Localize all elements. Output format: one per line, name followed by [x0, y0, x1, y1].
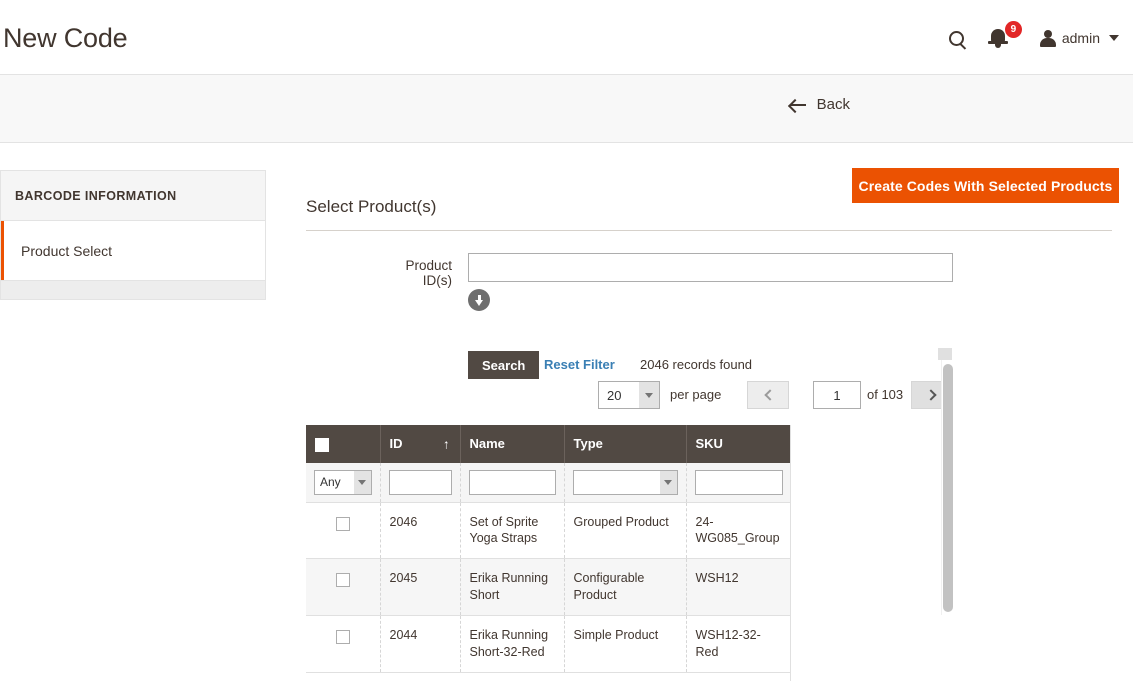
grid-body: 2046 Set of Sprite Yoga Straps Grouped P… [306, 502, 790, 673]
back-button[interactable]: Back [789, 96, 850, 113]
cell-id: 2046 [380, 502, 461, 560]
sidebar-footer [0, 280, 266, 300]
chevron-right-icon [924, 389, 937, 401]
chevron-down-icon [639, 382, 659, 408]
sidebar: BARCODE INFORMATION Product Select [0, 170, 266, 300]
cell-type: Simple Product [564, 615, 687, 673]
chevron-down-icon [1109, 35, 1119, 41]
user-name: admin [1061, 30, 1100, 46]
filter-cell-select: Any [306, 462, 381, 503]
product-grid: ID ↑ Name Type SKU Any 2046 Set of Sprit… [306, 425, 790, 673]
filter-select-any-value: Any [320, 475, 341, 490]
arrow-down-circle-icon [474, 294, 484, 306]
per-page-value: 20 [607, 387, 622, 403]
cell-sku: WSH12 [686, 558, 790, 617]
search-icon [949, 30, 965, 46]
top-header: New Code 9 admin [0, 0, 1133, 75]
sidebar-item-label: Product Select [21, 242, 113, 259]
main-content: Select Product(s) Product ID(s) Search R… [306, 170, 1112, 681]
product-chooser-button[interactable] [468, 289, 490, 311]
filter-select-type[interactable] [572, 469, 678, 495]
select-all-checkbox[interactable] [315, 437, 329, 452]
filter-select-any[interactable]: Any [314, 469, 372, 495]
product-ids-field-row: Product ID(s) [306, 253, 1112, 311]
user-icon [1039, 30, 1056, 47]
filter-cell-name [460, 462, 565, 503]
column-header-id[interactable]: ID ↑ [380, 425, 461, 463]
section-title: Select Product(s) [306, 170, 1112, 231]
grid-filter-row: Any [306, 462, 790, 503]
page-number-input[interactable] [813, 381, 861, 409]
previous-page-button[interactable] [747, 381, 789, 409]
product-ids-label: Product ID(s) [405, 258, 452, 288]
cell-id: 2044 [380, 615, 461, 673]
cell-type: Configurable Product [564, 558, 687, 617]
filter-cell-id [380, 462, 461, 503]
column-header-type-label: Type [573, 436, 603, 452]
column-header-type[interactable]: Type [564, 425, 687, 463]
grid-toolbar: Search Reset Filter 2046 records found [306, 351, 1112, 379]
row-select-cell[interactable] [306, 558, 381, 617]
table-row[interactable]: 2045 Erika Running Short Configurable Pr… [306, 558, 790, 617]
scrollbar-thumb[interactable] [943, 364, 953, 612]
row-select-cell[interactable] [306, 502, 381, 560]
notification-badge: 9 [1004, 21, 1022, 38]
row-checkbox[interactable] [335, 516, 350, 531]
filter-cell-type [564, 462, 687, 503]
row-checkbox[interactable] [335, 573, 350, 588]
chevron-down-icon [353, 470, 371, 494]
action-bar: Back Create Codes With Selected Products [0, 75, 1133, 203]
column-header-sku[interactable]: SKU [686, 425, 790, 463]
search-submit-button[interactable]: Search [468, 351, 540, 379]
row-select-cell[interactable] [306, 615, 381, 673]
table-row[interactable]: 2046 Set of Sprite Yoga Straps Grouped P… [306, 502, 790, 560]
arrow-left-icon [789, 99, 806, 111]
reset-filter-link[interactable]: Reset Filter [544, 357, 615, 372]
row-checkbox[interactable] [335, 630, 350, 645]
filter-input-id[interactable] [388, 469, 452, 495]
grid-header: ID ↑ Name Type SKU [306, 425, 790, 463]
filter-input-sku[interactable] [694, 469, 783, 495]
column-header-name-label: Name [469, 436, 505, 452]
cell-name: Erika Running Short [460, 558, 565, 617]
column-header-id-label: ID [389, 436, 403, 452]
sidebar-item-product-select[interactable]: Product Select [0, 220, 266, 280]
product-grid-container: ID ↑ Name Type SKU Any 2046 Set of Sprit… [306, 425, 791, 681]
total-pages-label: of 103 [867, 387, 904, 402]
cell-sku: 24-WG085_Group [686, 502, 790, 560]
chevron-left-icon [763, 389, 776, 401]
back-button-label: Back [816, 96, 850, 113]
header-actions: 9 admin [934, 21, 1119, 52]
notifications-button[interactable]: 9 [980, 21, 1026, 52]
user-menu[interactable]: admin [1039, 30, 1119, 47]
pagination-controls: 20 per page of 103 [306, 381, 1112, 411]
cell-type: Grouped Product [564, 502, 687, 560]
scrollbar-corner [938, 348, 952, 360]
filter-input-name[interactable] [468, 469, 556, 495]
chevron-down-icon [659, 470, 677, 494]
sort-ascending-icon: ↑ [443, 436, 450, 452]
cell-sku: WSH12-32-Red [686, 615, 790, 673]
search-button[interactable] [934, 24, 980, 52]
page-title: New Code [3, 23, 128, 53]
cell-name: Erika Running Short-32-Red [460, 615, 565, 673]
cell-name: Set of Sprite Yoga Straps [460, 502, 565, 560]
bell-icon: 9 [987, 21, 1022, 51]
sidebar-header: BARCODE INFORMATION [0, 170, 266, 220]
product-ids-input[interactable] [468, 253, 953, 282]
column-header-name[interactable]: Name [460, 425, 565, 463]
cell-id: 2045 [380, 558, 461, 617]
per-page-label: per page [670, 387, 722, 402]
per-page-select[interactable]: 20 [598, 381, 660, 409]
column-header-sku-label: SKU [695, 436, 723, 452]
table-row[interactable]: 2044 Erika Running Short-32-Red Simple P… [306, 615, 790, 673]
records-found-text: 2046 records found [640, 357, 753, 372]
column-header-select-all[interactable] [306, 425, 381, 463]
grid-vertical-scrollbar[interactable] [941, 360, 953, 615]
filter-cell-sku [686, 462, 790, 503]
